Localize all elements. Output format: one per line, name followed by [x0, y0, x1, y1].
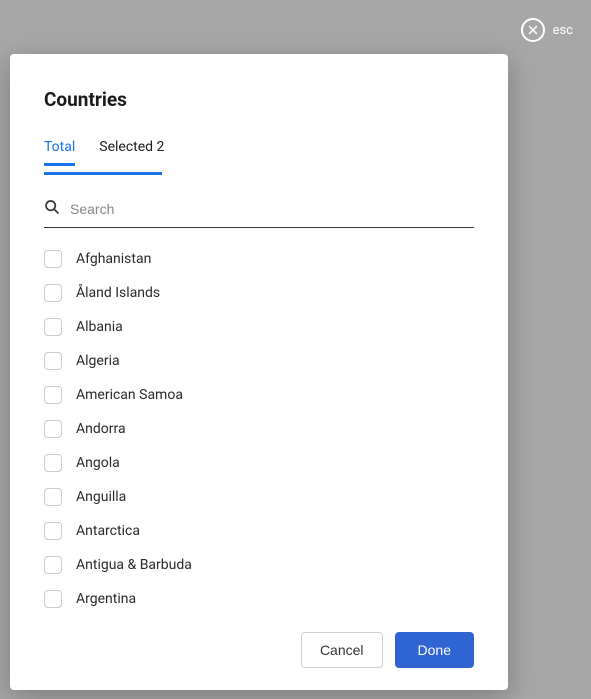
search-input[interactable] — [70, 201, 474, 217]
checkbox[interactable] — [44, 420, 62, 438]
checkbox[interactable] — [44, 318, 62, 336]
item-label: Antigua & Barbuda — [76, 557, 192, 573]
list-item[interactable]: Antigua & Barbuda — [44, 548, 466, 582]
list-item[interactable]: Angola — [44, 446, 466, 480]
item-label: Åland Islands — [76, 285, 160, 301]
item-label: American Samoa — [76, 387, 183, 403]
item-label: Angola — [76, 455, 120, 471]
list-item[interactable]: Anguilla — [44, 480, 466, 514]
item-label: Albania — [76, 319, 123, 335]
list-item[interactable]: Åland Islands — [44, 276, 466, 310]
cancel-button[interactable]: Cancel — [301, 632, 383, 668]
item-label: Afghanistan — [76, 251, 151, 267]
close-icon[interactable] — [521, 18, 545, 42]
modal-title: Countries — [44, 88, 474, 111]
list-item[interactable]: Argentina — [44, 582, 466, 614]
search-row — [44, 193, 474, 228]
checkbox[interactable] — [44, 590, 62, 608]
tab-underline — [44, 172, 162, 175]
modal-footer: Cancel Done — [44, 614, 474, 668]
countries-modal: Countries Total Selected 2 Afghanistan Ål… — [10, 54, 508, 690]
esc-control[interactable]: esc — [521, 18, 573, 42]
list-item[interactable]: Albania — [44, 310, 466, 344]
tab-total[interactable]: Total — [44, 139, 75, 166]
list-item[interactable]: American Samoa — [44, 378, 466, 412]
checkbox[interactable] — [44, 250, 62, 268]
search-icon — [44, 199, 60, 219]
list-item[interactable]: Andorra — [44, 412, 466, 446]
tab-selected-label: Selected — [99, 139, 153, 155]
item-label: Argentina — [76, 591, 136, 607]
checkbox[interactable] — [44, 522, 62, 540]
checkbox[interactable] — [44, 352, 62, 370]
item-label: Andorra — [76, 421, 126, 437]
checkbox[interactable] — [44, 556, 62, 574]
list-wrap: Afghanistan Åland Islands Albania Algeria Am… — [44, 242, 474, 614]
list-item[interactable]: Afghanistan — [44, 242, 466, 276]
checkbox[interactable] — [44, 454, 62, 472]
checkbox[interactable] — [44, 386, 62, 404]
item-label: Anguilla — [76, 489, 126, 505]
tabs: Total Selected 2 — [44, 139, 474, 167]
checkbox[interactable] — [44, 284, 62, 302]
list-item[interactable]: Algeria — [44, 344, 466, 378]
checkbox[interactable] — [44, 488, 62, 506]
done-button[interactable]: Done — [395, 632, 474, 668]
item-label: Antarctica — [76, 523, 140, 539]
item-label: Algeria — [76, 353, 120, 369]
country-list[interactable]: Afghanistan Åland Islands Albania Algeria Am… — [44, 242, 474, 614]
tab-selected[interactable]: Selected 2 — [99, 139, 164, 166]
list-item[interactable]: Antarctica — [44, 514, 466, 548]
esc-label: esc — [553, 23, 573, 38]
tab-selected-count: 2 — [157, 139, 165, 155]
